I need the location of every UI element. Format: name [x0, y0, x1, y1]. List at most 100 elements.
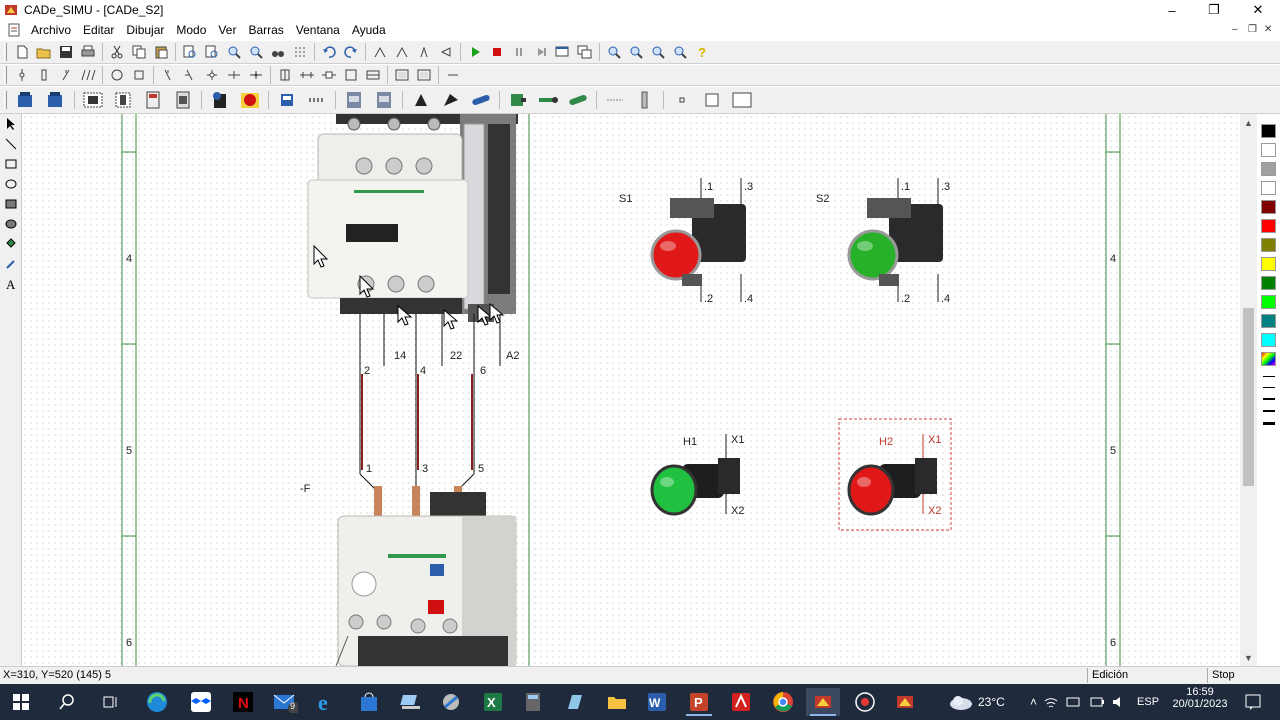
save-icon[interactable]: [56, 42, 76, 62]
copy-icon[interactable]: [129, 42, 149, 62]
drive-icon[interactable]: [437, 87, 465, 113]
medium-box-icon[interactable]: [698, 87, 726, 113]
pause-icon[interactable]: [509, 42, 529, 62]
color-swatch[interactable]: [1261, 200, 1276, 214]
wifi-icon[interactable]: [1043, 695, 1059, 709]
contactor-component[interactable]: [307, 114, 518, 322]
box-icon[interactable]: [341, 65, 361, 85]
breaker-3p-icon[interactable]: [78, 65, 98, 85]
power-supply-icon[interactable]: [12, 87, 40, 113]
select-arrow-icon[interactable]: [0, 114, 22, 134]
window-icon[interactable]: [553, 42, 573, 62]
contactor-icon[interactable]: [340, 87, 368, 113]
open-folder-icon[interactable]: [34, 42, 54, 62]
connector-icon[interactable]: [319, 65, 339, 85]
eyedropper-icon[interactable]: [0, 254, 22, 274]
cable-icon[interactable]: [467, 87, 495, 113]
breaker-icon[interactable]: [79, 87, 107, 113]
terminal-strip-icon[interactable]: [303, 87, 331, 113]
fill-bucket-icon[interactable]: [0, 234, 22, 254]
color-swatch[interactable]: [1261, 181, 1276, 195]
windows-start-icon[interactable]: [4, 688, 38, 716]
sensor-icon[interactable]: [202, 65, 222, 85]
edge-browser-icon[interactable]: [140, 688, 174, 716]
photocell-icon[interactable]: [564, 87, 592, 113]
filled-ellipse-icon[interactable]: [0, 214, 22, 234]
plc2-icon[interactable]: [414, 65, 434, 85]
undo-icon[interactable]: [319, 42, 339, 62]
cade-simu-alt-icon[interactable]: [888, 688, 922, 716]
calculator-icon[interactable]: [516, 688, 550, 716]
draw-rectangle-icon[interactable]: [0, 154, 22, 174]
step-icon[interactable]: [531, 42, 551, 62]
menu-dibujar[interactable]: Dibujar: [120, 23, 170, 37]
line-width-5[interactable]: [1263, 422, 1275, 425]
selector-icon[interactable]: [206, 87, 234, 113]
line-icon[interactable]: [443, 65, 463, 85]
binoculars-icon[interactable]: [268, 42, 288, 62]
bus-icon[interactable]: [297, 65, 317, 85]
zoom-out-icon[interactable]: [626, 42, 646, 62]
color-swatch[interactable]: [1261, 219, 1276, 233]
filled-rectangle-icon[interactable]: [0, 194, 22, 214]
recorder-icon[interactable]: [848, 688, 882, 716]
drawing-canvas[interactable]: 4 5 6 4 5 6 2 14 4 22 6 A2 1 3 5 -F S1 .…: [22, 114, 1240, 666]
print-icon[interactable]: [78, 42, 98, 62]
zoom-page2-icon[interactable]: [202, 42, 222, 62]
large-box-icon[interactable]: [728, 87, 756, 113]
toolbar-grip[interactable]: [4, 43, 7, 61]
acrobat-icon[interactable]: [724, 688, 758, 716]
color-swatch[interactable]: [1261, 314, 1276, 328]
find-icon[interactable]: [224, 42, 244, 62]
nc-contact-icon[interactable]: [158, 65, 178, 85]
proximity-icon[interactable]: [534, 87, 562, 113]
file-explorer-icon[interactable]: [600, 688, 634, 716]
color-swatch[interactable]: [1261, 333, 1276, 347]
task-view-icon[interactable]: [94, 688, 128, 716]
timer-contact-icon[interactable]: [180, 65, 200, 85]
power-supply-dc-icon[interactable]: [42, 87, 70, 113]
notifications-icon[interactable]: [1236, 688, 1270, 716]
tray-chevron-icon[interactable]: ˄: [1030, 695, 1037, 709]
scroll-thumb[interactable]: [1243, 308, 1254, 486]
network-icon[interactable]: [1065, 695, 1083, 709]
menu-editar[interactable]: Editar: [77, 23, 120, 37]
laptop-app-icon[interactable]: [394, 688, 428, 716]
color-swatch[interactable]: [1261, 124, 1276, 138]
play-icon[interactable]: [465, 42, 485, 62]
terminal-icon[interactable]: [224, 65, 244, 85]
menu-archivo[interactable]: Archivo: [25, 23, 77, 37]
pushbutton-s1-cap[interactable]: [650, 229, 702, 281]
text-tool-icon[interactable]: A: [0, 274, 22, 294]
coil-icon[interactable]: [129, 65, 149, 85]
draw-ellipse-icon[interactable]: [0, 174, 22, 194]
zoom-window-icon[interactable]: [648, 42, 668, 62]
switch-icon[interactable]: [56, 65, 76, 85]
close-button[interactable]: ✕: [1236, 0, 1280, 20]
find-next-icon[interactable]: [246, 42, 266, 62]
menu-ver[interactable]: Ver: [212, 23, 242, 37]
store-icon[interactable]: [352, 688, 386, 716]
color-swatch[interactable]: [1261, 238, 1276, 252]
word-icon[interactable]: W: [640, 688, 674, 716]
motor-component-icon[interactable]: [407, 87, 435, 113]
scroll-down-arrow-icon[interactable]: ▼: [1240, 649, 1257, 666]
cad-app-icon[interactable]: [434, 688, 468, 716]
internet-explorer-icon[interactable]: e: [310, 688, 344, 716]
fuse-icon[interactable]: [34, 65, 54, 85]
child-minimize-button[interactable]: –: [1232, 24, 1238, 35]
redo-icon[interactable]: [341, 42, 361, 62]
din-rail-icon[interactable]: [631, 87, 659, 113]
custom-color-swatch[interactable]: [1261, 352, 1276, 366]
paste-icon[interactable]: [151, 42, 171, 62]
menu-ayuda[interactable]: Ayuda: [346, 23, 392, 37]
child-restore-button[interactable]: ❐: [1248, 24, 1257, 35]
dropbox-icon[interactable]: [184, 688, 218, 716]
line-width-1[interactable]: [1263, 376, 1275, 377]
rect-terminal-icon[interactable]: [275, 65, 295, 85]
color-swatch[interactable]: [1261, 257, 1276, 271]
junction-icon[interactable]: [246, 65, 266, 85]
netflix-icon[interactable]: N: [226, 688, 260, 716]
bridge-icon[interactable]: [363, 65, 383, 85]
zoom-in-icon[interactable]: [604, 42, 624, 62]
